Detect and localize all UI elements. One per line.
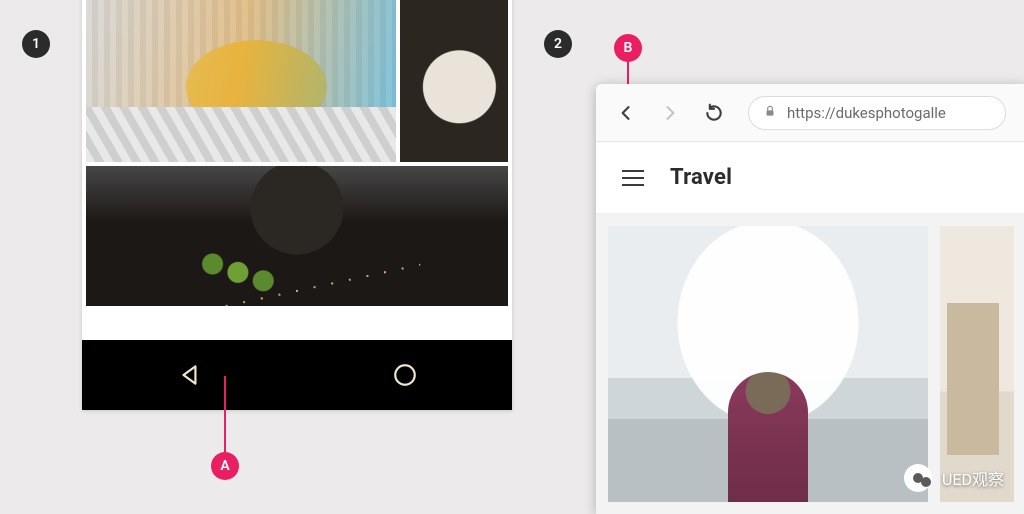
- gallery-image[interactable]: [86, 166, 508, 306]
- android-home-button[interactable]: [392, 362, 418, 388]
- android-nav-bar: [82, 340, 512, 410]
- image-gallery-row: [82, 0, 512, 162]
- annotation-callout-a: A: [211, 452, 239, 480]
- wechat-icon: [904, 464, 932, 492]
- annotation-badge-1: 1: [22, 30, 50, 58]
- browser-url-text: https://dukesphotogalle: [787, 104, 946, 122]
- app-top-bar: Travel: [596, 142, 1024, 214]
- browser-forward-button[interactable]: [660, 103, 680, 123]
- watermark: UED观察: [904, 464, 1004, 492]
- gallery-image[interactable]: [86, 0, 396, 162]
- android-back-button[interactable]: [177, 362, 203, 388]
- callout-line-a: [224, 376, 226, 452]
- gallery-image[interactable]: [940, 226, 1014, 502]
- browser-address-bar[interactable]: https://dukesphotogalle: [748, 96, 1006, 130]
- browser-back-button[interactable]: [616, 103, 636, 123]
- watermark-label: UED观察: [942, 466, 1004, 490]
- page-title: Travel: [670, 165, 732, 190]
- menu-icon[interactable]: [622, 170, 644, 186]
- gallery-image[interactable]: [400, 0, 508, 162]
- browser-window: https://dukesphotogalle Travel: [596, 84, 1024, 514]
- lock-icon: [763, 104, 777, 122]
- gallery-image[interactable]: [608, 226, 928, 502]
- android-device-frame: [82, 0, 512, 410]
- browser-toolbar: https://dukesphotogalle: [596, 84, 1024, 142]
- annotation-badge-2: 2: [544, 30, 572, 58]
- annotation-callout-b: B: [614, 34, 642, 62]
- browser-reload-button[interactable]: [704, 103, 724, 123]
